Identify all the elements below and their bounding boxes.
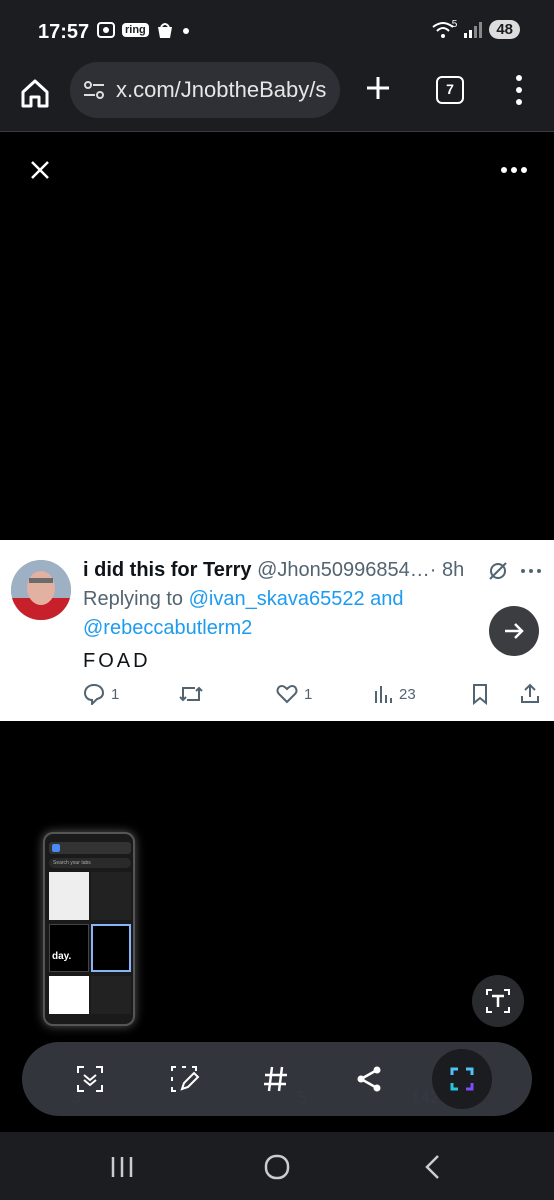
grok-icon[interactable] xyxy=(487,560,509,582)
status-system-icons: 5 48 xyxy=(432,19,520,39)
text-scan-icon xyxy=(486,989,510,1013)
hashtag-icon[interactable] xyxy=(260,1063,292,1095)
scroll-capture-icon[interactable] xyxy=(74,1063,106,1095)
tweet-author-name[interactable]: i did this for Terry xyxy=(83,559,252,581)
browser-toolbar: x.com/JnobtheBaby/s 7 xyxy=(0,62,554,132)
takeaway-icon xyxy=(157,23,172,38)
reply-count: 1 xyxy=(111,685,120,703)
tab-switcher-button[interactable]: 7 xyxy=(436,76,464,104)
reply-button[interactable]: 1 xyxy=(83,683,119,705)
battery-indicator: 48 xyxy=(489,20,520,39)
extract-text-button[interactable] xyxy=(472,975,524,1027)
home-nav-icon[interactable] xyxy=(262,1152,292,1182)
tweet-actions: 1 1 23 xyxy=(0,680,554,710)
ring-icon: ring xyxy=(122,23,149,37)
tweet-more-icon[interactable] xyxy=(520,568,542,574)
draw-edit-icon[interactable] xyxy=(168,1063,200,1095)
arrow-right-icon xyxy=(505,623,524,639)
thumb-tab-card-6 xyxy=(91,976,131,1014)
smart-select-icon xyxy=(450,1067,474,1091)
signal-icon xyxy=(464,21,483,38)
dot-icon xyxy=(182,28,189,34)
tweet-header: i did this for Terry @Jhon50996854…· 8h xyxy=(83,559,483,582)
reply-mention-2[interactable]: @rebeccabutlerm2 xyxy=(83,617,252,640)
thumb-tab-card-3: day. xyxy=(49,924,89,972)
retweet-icon xyxy=(179,686,203,702)
network-label: 5 xyxy=(451,18,458,30)
bookmark-icon[interactable] xyxy=(470,683,490,705)
tweet-time: · 8h xyxy=(429,559,465,581)
url-text[interactable]: x.com/JnobtheBaby/s xyxy=(116,77,336,103)
open-tweet-button[interactable] xyxy=(489,606,539,656)
tweet-text: FOAD xyxy=(83,650,151,672)
screenshot-thumbnail[interactable]: Search your tabs day. xyxy=(43,832,135,1026)
status-notification-icons: ring xyxy=(96,21,191,39)
like-button[interactable]: 1 xyxy=(276,683,312,705)
system-nav-bar xyxy=(0,1132,554,1200)
share-screenshot-icon[interactable] xyxy=(353,1063,385,1095)
share-icon[interactable] xyxy=(519,682,541,704)
more-horizontal-icon[interactable] xyxy=(500,164,528,176)
thumb-tab-card-2 xyxy=(91,872,131,920)
thumb-search: Search your tabs xyxy=(49,858,131,868)
close-icon[interactable] xyxy=(28,158,52,182)
view-count: 23 xyxy=(399,685,416,703)
like-count: 1 xyxy=(304,685,313,703)
back-icon[interactable] xyxy=(418,1152,448,1182)
thumb-tab-card-4 xyxy=(91,924,131,972)
wifi-icon xyxy=(432,21,454,38)
camera-scan-icon xyxy=(97,22,115,38)
new-tab-icon[interactable] xyxy=(364,74,392,102)
retweet-button[interactable] xyxy=(178,683,204,705)
views-icon xyxy=(375,686,392,703)
thumb-tab-card-1 xyxy=(49,872,89,920)
recent-apps-icon[interactable] xyxy=(107,1152,137,1182)
more-vert-icon[interactable] xyxy=(512,74,526,106)
replying-to-line: Replying to @ivan_skava65522 and xyxy=(83,588,404,610)
site-settings-icon[interactable] xyxy=(82,78,106,102)
reply-icon xyxy=(83,683,105,705)
thumb-tab-card-5 xyxy=(49,976,89,1014)
heart-icon xyxy=(276,684,298,704)
screenshot-toolbar xyxy=(22,1042,532,1116)
avatar[interactable] xyxy=(11,560,71,620)
tweet-card[interactable]: i did this for Terry @Jhon50996854…· 8h … xyxy=(0,540,554,721)
home-icon[interactable] xyxy=(18,76,52,110)
reply-mention-1[interactable]: @ivan_skava65522 xyxy=(189,588,365,610)
smart-select-button[interactable] xyxy=(432,1049,492,1109)
views-button[interactable]: 23 xyxy=(373,683,416,705)
tweet-author-handle[interactable]: @Jhon50996854… xyxy=(257,559,430,581)
status-time: 17:57 xyxy=(38,21,90,43)
address-bar[interactable]: x.com/JnobtheBaby/s xyxy=(70,62,340,118)
thumb-top-bar xyxy=(49,842,131,854)
status-bar: 17:57 ring 5 48 xyxy=(0,0,554,62)
